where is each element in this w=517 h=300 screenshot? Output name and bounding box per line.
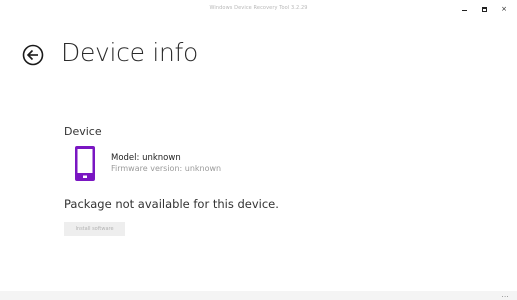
maximize-icon — [481, 6, 487, 12]
phone-icon — [75, 146, 95, 181]
minimize-icon — [461, 10, 467, 11]
maximize-button[interactable] — [479, 4, 489, 14]
close-button[interactable]: × — [499, 4, 509, 14]
install-software-button[interactable]: Install software — [64, 222, 125, 236]
title-bar: Windows Device Recovery Tool 3.2.29 × — [0, 0, 517, 22]
firmware-version: Firmware version: unknown — [111, 164, 222, 173]
more-options-button[interactable]: ... — [502, 293, 509, 299]
device-model: Model: unknown — [111, 153, 181, 163]
window-title: Windows Device Recovery Tool 3.2.29 — [209, 5, 308, 11]
back-arrow-circle-icon — [22, 44, 44, 66]
device-section-label: Device — [64, 125, 102, 138]
window-controls: × — [459, 4, 509, 14]
status-bar: ... — [0, 291, 517, 300]
page-title: Device info — [61, 38, 199, 67]
back-button[interactable] — [22, 44, 44, 66]
minimize-button[interactable] — [459, 4, 469, 14]
package-status-message: Package not available for this device. — [64, 197, 279, 211]
close-icon: × — [501, 4, 507, 13]
